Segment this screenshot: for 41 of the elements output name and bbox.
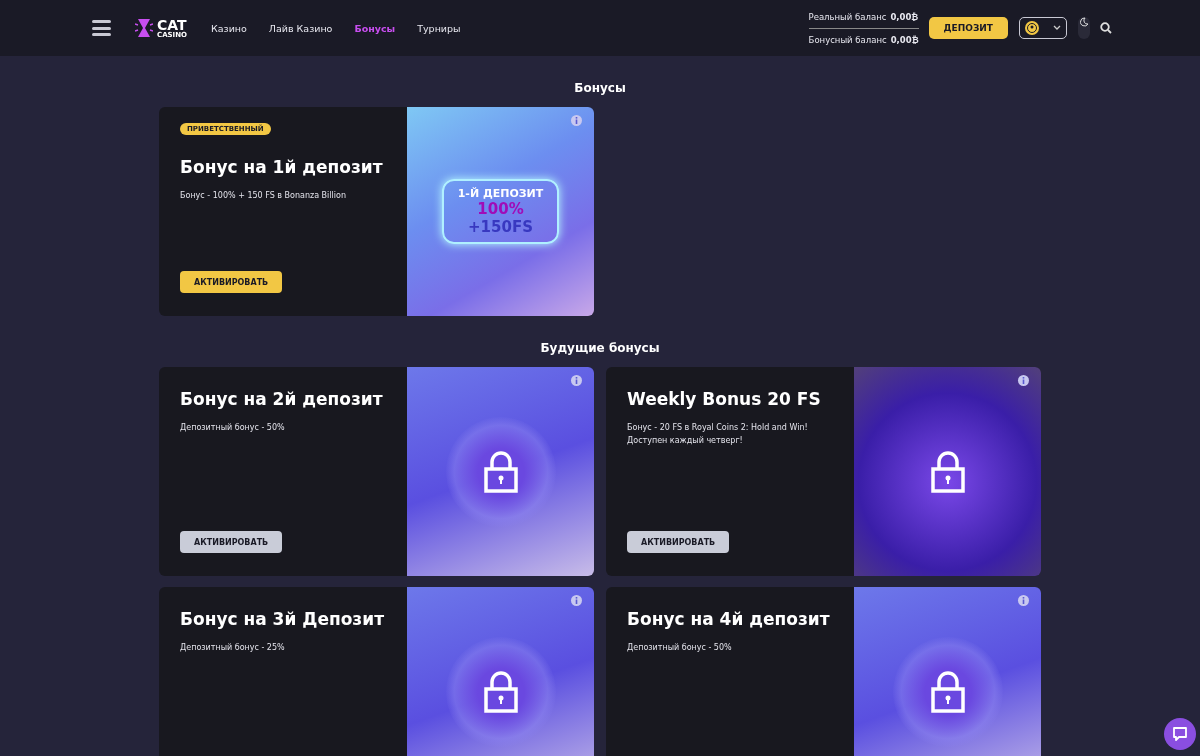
section-title: Бонусы: [573, 81, 627, 95]
avatar-icon: [1025, 21, 1039, 35]
info-icon[interactable]: [571, 595, 582, 606]
bonus-description: Депозитный бонус - 50%: [627, 642, 733, 654]
info-icon[interactable]: [571, 115, 582, 126]
promo-heading: 1-Й ДЕПОЗИТ: [457, 187, 544, 200]
padlock-icon: [483, 450, 518, 493]
bonus-title: Бонус на 4й депозит: [627, 609, 831, 629]
account-dropdown[interactable]: [1019, 17, 1067, 39]
bonus-description: Депозитный бонус - 25%: [180, 642, 286, 654]
info-icon[interactable]: [1018, 375, 1029, 386]
bonus-description: Бонус - 20 FS в Royal Coins 2: Hold and Win! Доступен каждый четверг!: [627, 422, 809, 447]
menu-button[interactable]: [92, 20, 111, 36]
balance-line: Бонусный баланс 0,00₿: [808, 33, 919, 47]
bonus-description: Бонус - 100% + 150 FS в Bonanza Billion: [180, 190, 347, 202]
promo-free-spins: +150FS: [468, 218, 533, 236]
promo-percent: 100%: [477, 200, 524, 218]
moon-icon: [1079, 17, 1089, 27]
nav-link[interactable]: Лайв Казино: [268, 22, 333, 34]
bonus-description: Депозитный бонус - 50%: [180, 422, 286, 434]
section-title: Будущие бонусы: [539, 341, 661, 355]
chat-button[interactable]: [1164, 718, 1196, 750]
balance-line: Реальный баланс 0,00₿: [808, 10, 919, 24]
padlock-icon: [930, 670, 965, 713]
padlock-icon: [930, 450, 965, 493]
deposit-button[interactable]: ДЕПОЗИТ: [928, 17, 1008, 39]
nav-link[interactable]: Турниры: [417, 22, 461, 34]
bonus-title: Бонус на 1й депозит: [180, 157, 384, 177]
nav-link[interactable]: Казино: [211, 22, 247, 34]
info-icon[interactable]: [1018, 595, 1029, 606]
chat-bubble-icon: [1172, 726, 1188, 742]
padlock-icon: [483, 670, 518, 713]
activate-button[interactable]: АКТИВИРОВАТЬ: [180, 271, 283, 293]
bonus-title: Бонус на 3й Депозит: [180, 609, 385, 629]
search-icon[interactable]: [1100, 22, 1112, 34]
nav-link[interactable]: Бонусы: [354, 22, 396, 34]
info-icon[interactable]: [571, 375, 582, 386]
theme-toggle[interactable]: [1078, 17, 1090, 39]
chevron-down-icon: [1053, 25, 1061, 31]
bonus-title: Weekly Bonus 20 FS: [627, 389, 822, 409]
bonus-title: Бонус на 2й депозит: [180, 389, 384, 409]
